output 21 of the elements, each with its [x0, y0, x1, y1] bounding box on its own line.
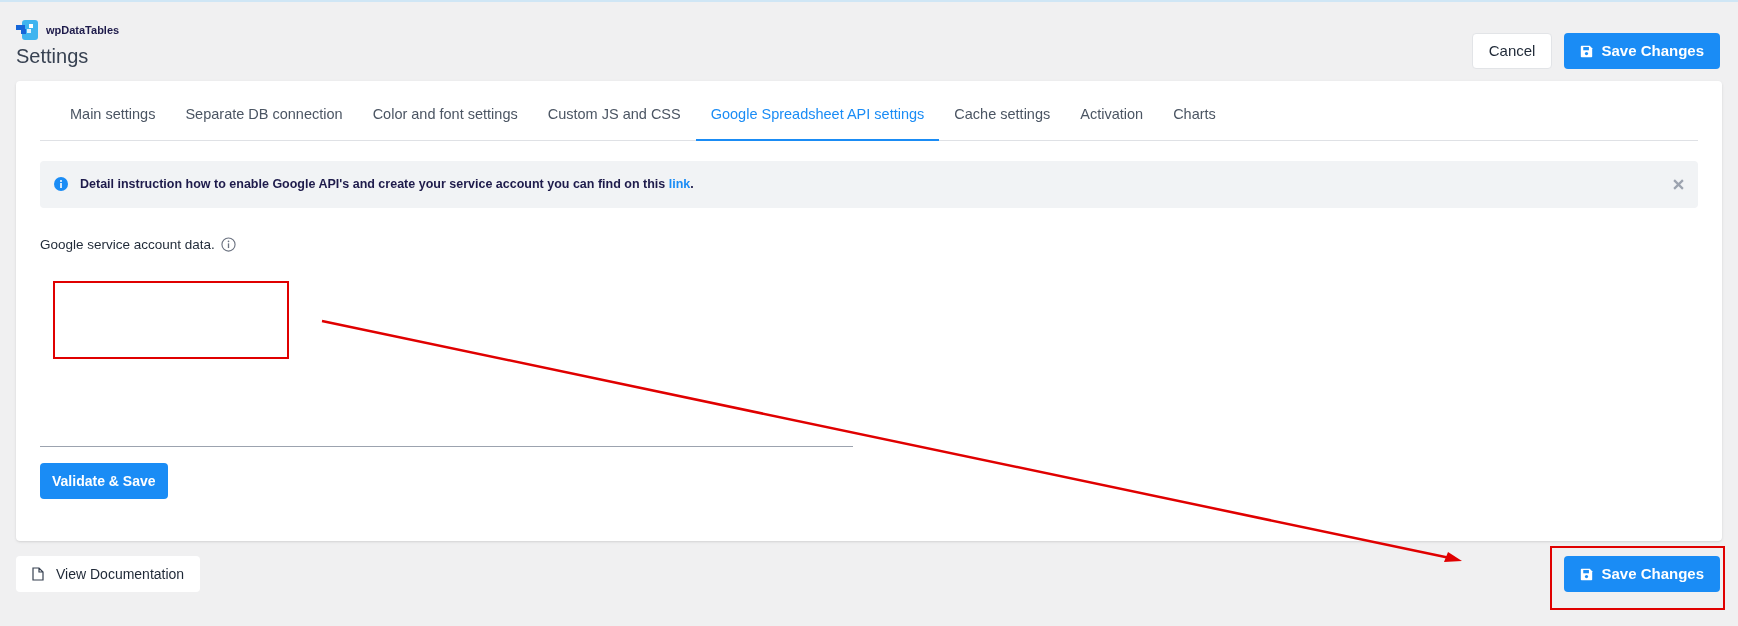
field-label: Google service account data.: [40, 235, 215, 254]
tab[interactable]: Google Spreadsheet API settings: [695, 91, 940, 141]
close-icon[interactable]: [1673, 178, 1684, 190]
tab[interactable]: Custom JS and CSS: [532, 91, 696, 140]
save-icon: [1580, 567, 1594, 581]
page-title: Settings: [16, 44, 90, 69]
tab[interactable]: Charts: [1158, 91, 1231, 140]
tab[interactable]: Separate DB connection: [170, 91, 358, 140]
document-icon: [32, 567, 44, 581]
tab[interactable]: Main settings: [55, 91, 171, 140]
tab[interactable]: Activation: [1065, 91, 1159, 140]
logo-icon: [16, 20, 38, 40]
info-icon: [54, 177, 68, 192]
save-icon: [1580, 44, 1594, 58]
notice-text: Detail instruction how to enable Google API's and create your service account you can find on this link.: [80, 175, 695, 193]
tab[interactable]: Color and font settings: [357, 91, 533, 140]
tab[interactable]: Cache settings: [939, 91, 1066, 140]
cancel-button[interactable]: Cancel: [1471, 33, 1553, 69]
view-documentation-button[interactable]: View Documentation: [16, 556, 201, 592]
info-icon[interactable]: [220, 237, 236, 253]
brand-name: wpDataTables: [46, 22, 120, 38]
